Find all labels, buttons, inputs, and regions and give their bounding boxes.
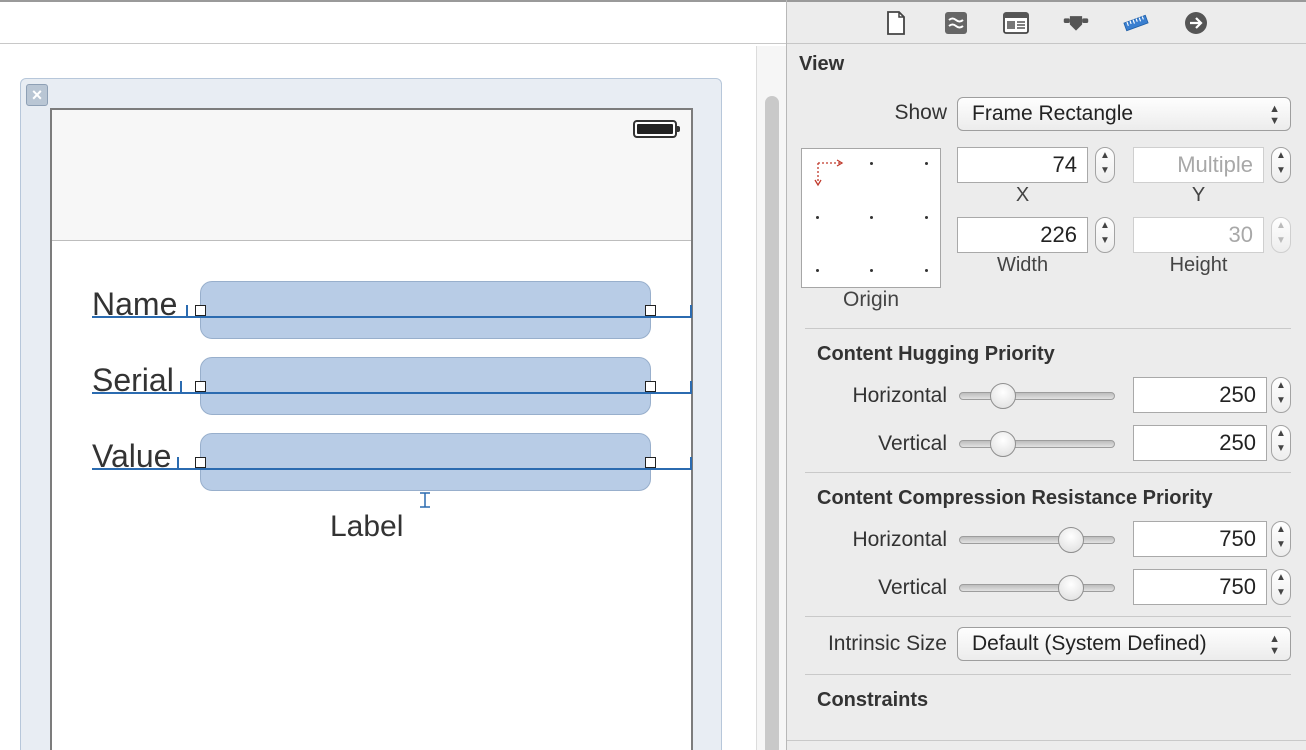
height-field[interactable]: 30 bbox=[1133, 217, 1264, 253]
height-stepper[interactable]: ▲ ▼ bbox=[1271, 217, 1291, 253]
constraints-section-title: Constraints bbox=[817, 689, 929, 711]
hugging-vertical-field[interactable]: 250 bbox=[1133, 425, 1267, 461]
intrinsic-size-popup-value: Default (System Defined) bbox=[972, 632, 1207, 655]
divider bbox=[805, 674, 1291, 675]
compression-horizontal-slider[interactable] bbox=[959, 536, 1115, 544]
view-section-title: View bbox=[799, 53, 845, 75]
close-scene-icon[interactable]: × bbox=[26, 84, 48, 106]
compression-horizontal-slider-knob[interactable] bbox=[1058, 527, 1084, 553]
hugging-horizontal-slider[interactable] bbox=[959, 392, 1115, 400]
quick-help-icon[interactable] bbox=[943, 10, 969, 36]
size-inspector-panel: View Show Frame Rectangle ▲ ▼ Origin 74 ▲… bbox=[786, 0, 1306, 750]
origin-dot[interactable] bbox=[925, 269, 928, 272]
height-label: Height bbox=[1169, 254, 1228, 276]
origin-dot[interactable] bbox=[870, 162, 873, 165]
origin-label: Origin bbox=[842, 288, 900, 311]
identity-inspector-icon[interactable] bbox=[1003, 10, 1029, 36]
x-field[interactable]: 74 bbox=[957, 147, 1088, 183]
canvas-jump-bar bbox=[0, 0, 786, 44]
show-label: Show bbox=[894, 101, 947, 124]
origin-dot[interactable] bbox=[816, 216, 819, 219]
resize-handle[interactable] bbox=[645, 305, 656, 316]
resize-handle[interactable] bbox=[195, 305, 206, 316]
file-inspector-icon[interactable] bbox=[883, 10, 909, 36]
value-text-field[interactable] bbox=[200, 433, 651, 491]
width-field[interactable]: 226 bbox=[957, 217, 1088, 253]
compression-section-title: Content Compression Resistance Priority bbox=[817, 487, 1213, 509]
hugging-section-title: Content Hugging Priority bbox=[817, 343, 1055, 365]
show-popup-button[interactable]: Frame Rectangle ▲ ▼ bbox=[957, 97, 1291, 131]
origin-dot[interactable] bbox=[870, 216, 873, 219]
resize-handle[interactable] bbox=[645, 381, 656, 392]
origin-dot[interactable] bbox=[925, 216, 928, 219]
inspector-tab-bar bbox=[787, 0, 1306, 44]
hugging-vertical-slider[interactable] bbox=[959, 440, 1115, 448]
show-popup-value: Frame Rectangle bbox=[972, 102, 1134, 125]
hugging-horizontal-stepper[interactable]: ▲ ▼ bbox=[1271, 377, 1291, 413]
origin-dot[interactable] bbox=[816, 269, 819, 272]
origin-arrows-icon bbox=[814, 159, 844, 187]
scrollbar-thumb[interactable] bbox=[765, 96, 779, 750]
hugging-horizontal-label: Horizontal bbox=[852, 384, 947, 407]
x-label: X bbox=[1015, 184, 1030, 206]
resize-handle[interactable] bbox=[195, 457, 206, 468]
compression-horizontal-stepper[interactable]: ▲ ▼ bbox=[1271, 521, 1291, 557]
view-controller-screen[interactable] bbox=[50, 108, 693, 750]
serial-trailing-constraint[interactable] bbox=[690, 381, 692, 393]
y-field[interactable]: Multiple bbox=[1133, 147, 1264, 183]
compression-vertical-label: Vertical bbox=[878, 576, 947, 599]
origin-selector[interactable] bbox=[801, 148, 941, 288]
y-stepper[interactable]: ▲ ▼ bbox=[1271, 147, 1291, 183]
compression-vertical-field[interactable]: 750 bbox=[1133, 569, 1267, 605]
compression-vertical-stepper[interactable]: ▲ ▼ bbox=[1271, 569, 1291, 605]
serial-leading-constraint[interactable] bbox=[180, 381, 182, 393]
compression-vertical-slider[interactable] bbox=[959, 584, 1115, 592]
origin-dot[interactable] bbox=[925, 162, 928, 165]
hugging-vertical-label: Vertical bbox=[878, 432, 947, 455]
width-stepper[interactable]: ▲ ▼ bbox=[1095, 217, 1115, 253]
intrinsic-size-label: Intrinsic Size bbox=[827, 632, 947, 655]
hugging-horizontal-field[interactable]: 250 bbox=[1133, 377, 1267, 413]
storyboard-canvas[interactable]: × Name Serial Value Label bbox=[0, 0, 786, 750]
x-stepper[interactable]: ▲ ▼ bbox=[1095, 147, 1115, 183]
connections-inspector-icon[interactable] bbox=[1183, 10, 1209, 36]
value-baseline-guide bbox=[92, 468, 692, 470]
intrinsic-size-popup-button[interactable]: Default (System Defined) ▲ ▼ bbox=[957, 627, 1291, 661]
attributes-inspector-icon[interactable] bbox=[1063, 10, 1089, 36]
serial-text-field[interactable] bbox=[200, 357, 651, 415]
name-trailing-constraint[interactable] bbox=[690, 305, 692, 317]
popup-arrows-icon: ▲ ▼ bbox=[1269, 103, 1280, 127]
divider bbox=[805, 616, 1291, 617]
hugging-horizontal-slider-knob[interactable] bbox=[990, 383, 1016, 409]
divider bbox=[787, 740, 1306, 741]
popup-arrows-icon: ▲ ▼ bbox=[1269, 633, 1280, 657]
name-leading-constraint[interactable] bbox=[186, 305, 188, 317]
compression-horizontal-field[interactable]: 750 bbox=[1133, 521, 1267, 557]
compression-vertical-slider-knob[interactable] bbox=[1058, 575, 1084, 601]
origin-dot[interactable] bbox=[870, 269, 873, 272]
name-text-field[interactable] bbox=[200, 281, 651, 339]
hugging-vertical-slider-knob[interactable] bbox=[990, 431, 1016, 457]
width-label: Width bbox=[996, 254, 1049, 276]
size-inspector-icon[interactable] bbox=[1123, 10, 1149, 36]
value-leading-constraint[interactable] bbox=[177, 457, 179, 469]
bottom-label[interactable]: Label bbox=[330, 510, 403, 544]
compression-horizontal-label: Horizontal bbox=[852, 528, 947, 551]
y-label: Y bbox=[1191, 184, 1206, 206]
canvas-vertical-scrollbar[interactable] bbox=[756, 46, 786, 750]
serial-baseline-guide bbox=[92, 392, 692, 394]
value-trailing-constraint[interactable] bbox=[690, 457, 692, 469]
navigation-bar[interactable] bbox=[52, 110, 691, 241]
name-baseline-guide bbox=[92, 316, 692, 318]
vertical-spacing-constraint-icon[interactable] bbox=[418, 492, 432, 508]
resize-handle[interactable] bbox=[195, 381, 206, 392]
divider bbox=[805, 472, 1291, 473]
resize-handle[interactable] bbox=[645, 457, 656, 468]
hugging-vertical-stepper[interactable]: ▲ ▼ bbox=[1271, 425, 1291, 461]
divider bbox=[805, 328, 1291, 329]
battery-icon bbox=[633, 120, 680, 138]
